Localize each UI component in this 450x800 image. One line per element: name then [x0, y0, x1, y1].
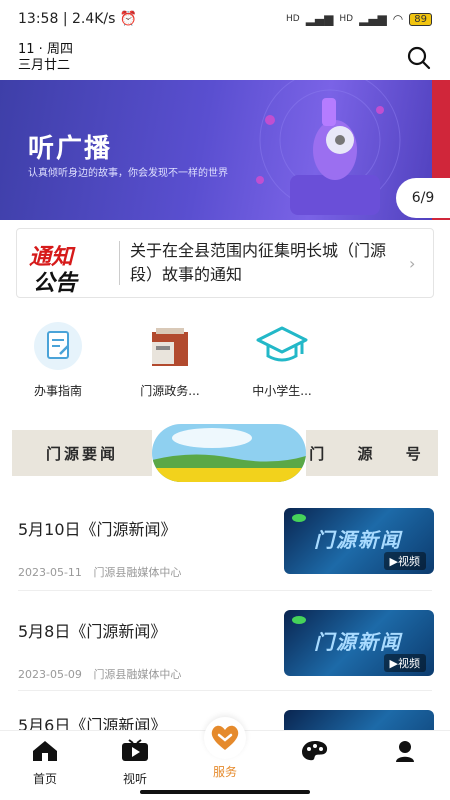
hd-label: HD	[286, 14, 300, 24]
landscape-image	[152, 424, 306, 482]
video-badge: ▶视频	[383, 552, 426, 570]
notice-divider	[119, 241, 120, 285]
divider	[18, 590, 432, 591]
service-label: 办事指南	[33, 384, 82, 398]
signal-icon: ▂▄▆	[305, 12, 334, 26]
alarm-icon: ⏰	[119, 11, 138, 27]
graduation-cap-icon	[256, 326, 308, 362]
palette-icon	[302, 741, 328, 761]
profile-icon	[396, 741, 414, 762]
guide-icon	[34, 322, 82, 370]
section-nav-banner: 门源要闻 门 源 号	[12, 424, 438, 482]
thumb-title: 门源新闻	[314, 630, 402, 654]
tab-home[interactable]: 首页	[10, 739, 80, 787]
nav-menyuan-news[interactable]: 门源要闻	[12, 430, 152, 476]
play-video-icon	[122, 739, 148, 761]
news-thumbnail	[284, 710, 434, 730]
news-thumbnail: 门源新闻 ▶视频	[284, 508, 434, 574]
battery-indicator: 89	[409, 12, 432, 26]
tab-discover[interactable]	[280, 739, 350, 770]
news-title: 5月8日《门源新闻》	[18, 622, 167, 641]
nav-menyuan-account[interactable]: 门 源 号	[306, 430, 438, 476]
news-source: 门源县融媒体中心	[93, 668, 182, 681]
news-source: 门源县融媒体中心	[93, 566, 182, 579]
service-label: 中小学生...	[252, 384, 312, 398]
tab-label: 视听	[122, 772, 147, 786]
banner-page-indicator: 6/9	[396, 178, 450, 218]
date-lunar: 三月廿二	[18, 58, 71, 73]
news-date: 2023-05-11	[18, 566, 82, 579]
video-badge: ▶视频	[383, 654, 426, 672]
status-bar: 13:58 | 2.4K/s ⏰ HD ▂▄▆ HD ▂▄▆ ◠ 89	[0, 0, 450, 38]
status-speed: 2.4K/s	[71, 11, 116, 27]
notice-text: 关于在全县范围内征集明长城（门源段）故事的通知	[130, 241, 387, 284]
divider	[18, 690, 432, 691]
banner-subtitle: 认真倾听身边的故事，你会发现不一样的世界	[28, 168, 228, 179]
wifi-icon: ◠	[392, 12, 404, 26]
hd-label-2: HD	[339, 14, 354, 24]
notice-logo: 通知 公告	[29, 235, 109, 296]
top-bar: 11 · 周四 三月廿二	[0, 38, 450, 78]
chevron-right-icon: ›	[409, 253, 416, 273]
news-date: 2023-05-09	[18, 668, 82, 681]
date-weekday: 11 · 周四	[18, 42, 73, 57]
date-display: 11 · 周四 三月廿二	[18, 42, 73, 74]
home-indicator	[140, 790, 310, 794]
news-meta: 2023-05-11 门源县融媒体中心	[18, 564, 181, 580]
tab-audiovisual[interactable]: 视听	[100, 739, 170, 787]
status-right: HD ▂▄▆ HD ▂▄▆ ◠ 89	[286, 12, 432, 26]
news-item[interactable]: 5月10日《门源新闻》 2023-05-11 门源县融媒体中心 门源新闻 ▶视频	[0, 498, 450, 598]
service-item-students[interactable]: 中小学生...	[232, 320, 332, 399]
building-icon	[152, 328, 188, 366]
banner-carousel[interactable]: 听广播 认真倾听身边的故事，你会发现不一样的世界	[0, 80, 450, 220]
service-item-government[interactable]: 门源政务...	[120, 320, 220, 399]
notice-card[interactable]: 通知 公告 关于在全县范围内征集明长城（门源段）故事的通知 ›	[16, 228, 434, 298]
news-thumbnail: 门源新闻 ▶视频	[284, 610, 434, 676]
tab-service[interactable]: 服务	[190, 717, 260, 780]
notice-logo-text-2: 公告	[33, 271, 78, 296]
signal-icon-2: ▂▄▆	[359, 12, 387, 26]
radio-illustration	[256, 80, 401, 215]
news-meta: 2023-05-09 门源县融媒体中心	[18, 666, 181, 682]
news-item[interactable]: 5月8日《门源新闻》 2023-05-09 门源县融媒体中心 门源新闻 ▶视频	[0, 600, 450, 700]
channel-logo-icon	[292, 514, 306, 522]
service-label: 门源政务...	[140, 384, 200, 398]
service-shortcuts: 办事指南 门源政务... 中小学生...	[0, 320, 450, 400]
home-icon	[33, 741, 57, 761]
service-item-guide[interactable]: 办事指南	[8, 320, 108, 399]
channel-logo-icon	[292, 616, 306, 624]
news-title: 5月6日《门源新闻》	[18, 716, 167, 730]
tab-profile[interactable]	[370, 739, 440, 770]
tab-label: 首页	[32, 772, 57, 786]
search-icon[interactable]	[406, 45, 432, 71]
banner-title: 听广播	[28, 134, 113, 164]
status-time: 13:58	[18, 11, 59, 27]
thumb-title: 门源新闻	[314, 528, 402, 552]
heart-service-icon	[204, 717, 246, 759]
status-left: 13:58 | 2.4K/s ⏰	[18, 11, 138, 27]
news-title: 5月10日《门源新闻》	[18, 520, 177, 539]
tab-label: 服务	[212, 765, 237, 779]
